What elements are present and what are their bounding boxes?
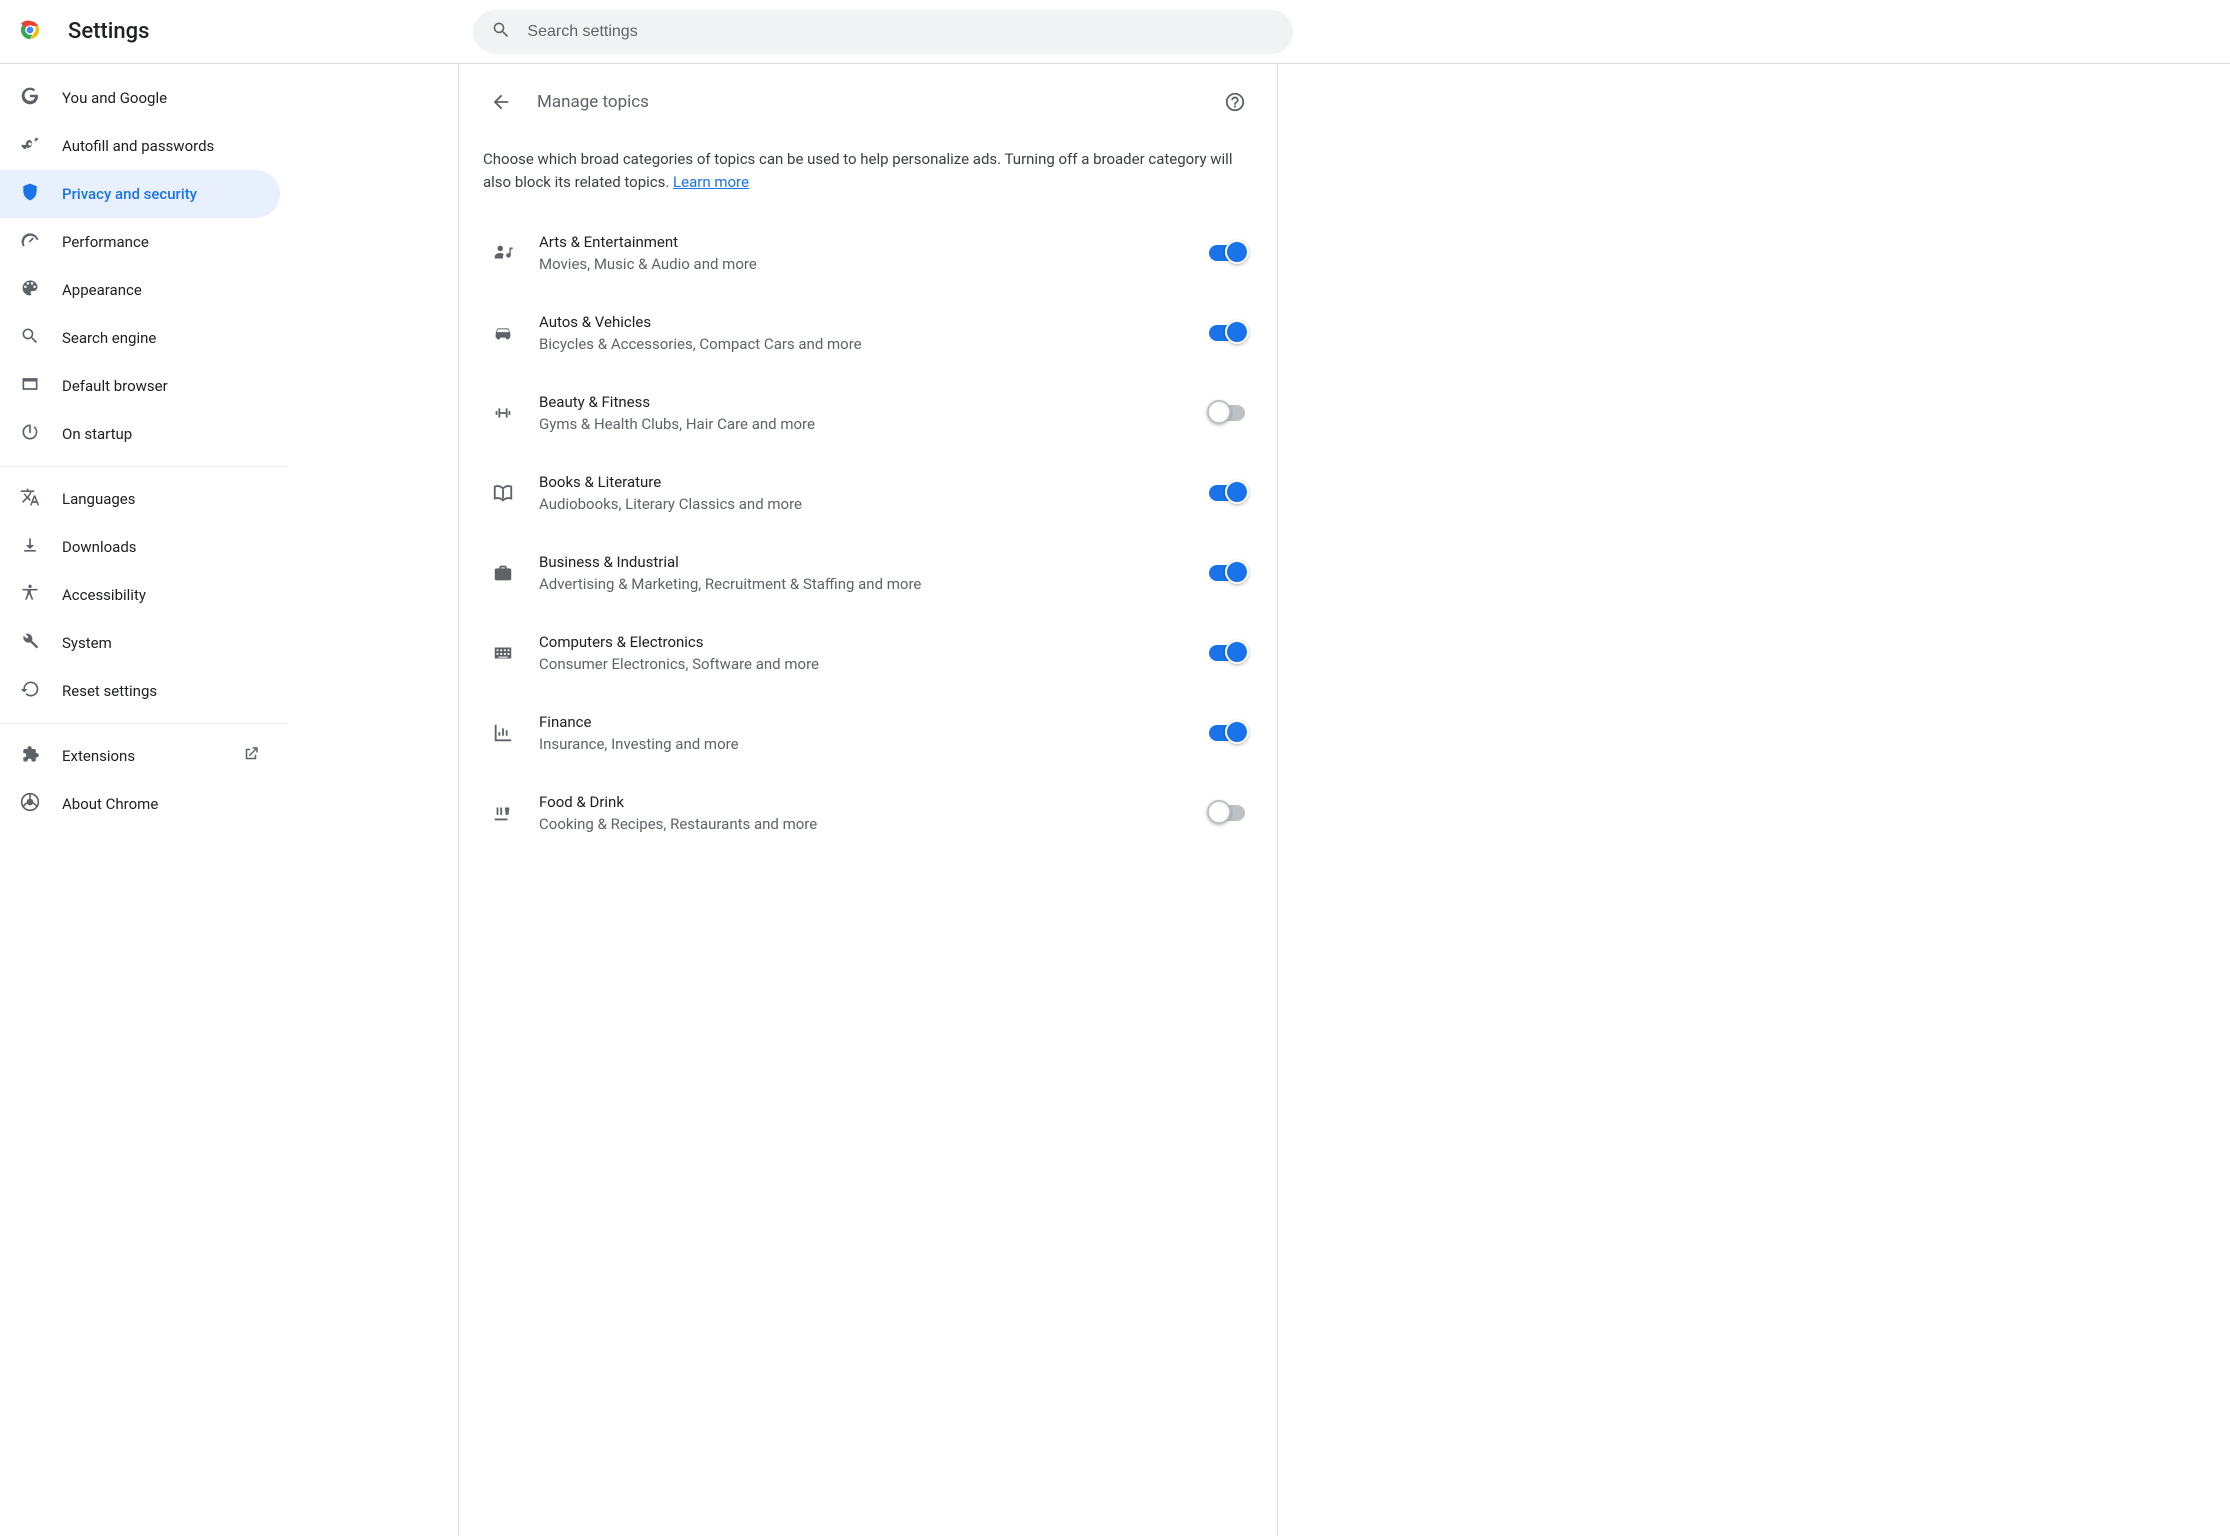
content-panel: Manage topics Choose which broad categor…: [458, 64, 1278, 1536]
learn-more-link[interactable]: Learn more: [673, 173, 749, 191]
extension-icon: [20, 744, 40, 768]
palette-icon: [20, 278, 40, 302]
topic-subtitle: Cooking & Recipes, Restaurants and more: [539, 815, 1185, 833]
topic-title: Computers & Electronics: [539, 633, 1185, 651]
topic-toggle[interactable]: [1209, 805, 1245, 821]
sidebar-item-about[interactable]: About Chrome: [0, 780, 280, 828]
help-button[interactable]: [1217, 84, 1253, 120]
sidebar-item-search-engine[interactable]: Search engine: [0, 314, 280, 362]
topic-toggle[interactable]: [1209, 645, 1245, 661]
topic-row: Food & Drink Cooking & Recipes, Restauran…: [483, 773, 1253, 853]
topic-subtitle: Bicycles & Accessories, Compact Cars and…: [539, 335, 1185, 353]
topic-title: Business & Industrial: [539, 553, 1185, 571]
sidebar-item-label: Reset settings: [62, 682, 157, 700]
chrome-logo-icon: [16, 16, 44, 48]
sidebar-item-label: On startup: [62, 425, 132, 443]
topic-subtitle: Consumer Electronics, Software and more: [539, 655, 1185, 673]
wrench-icon: [20, 631, 40, 655]
topic-row: Finance Insurance, Investing and more: [483, 693, 1253, 773]
topic-subtitle: Movies, Music & Audio and more: [539, 255, 1185, 273]
sidebar-item-label: Appearance: [62, 281, 142, 299]
topic-title: Food & Drink: [539, 793, 1185, 811]
sidebar-item-label: Performance: [62, 233, 149, 251]
sidebar-item-label: Autofill and passwords: [62, 137, 214, 155]
keyboard-icon: [491, 642, 515, 664]
topic-toggle[interactable]: [1209, 485, 1245, 501]
sidebar-item-label: Languages: [62, 490, 136, 508]
person-music-icon: [491, 242, 515, 264]
sidebar-item-performance[interactable]: Performance: [0, 218, 280, 266]
back-button[interactable]: [483, 84, 519, 120]
browser-icon: [20, 374, 40, 398]
topic-title: Autos & Vehicles: [539, 313, 1185, 331]
page-title: Manage topics: [537, 92, 1199, 112]
topic-toggle[interactable]: [1209, 725, 1245, 741]
topic-row: Beauty & Fitness Gyms & Health Clubs, Hai…: [483, 373, 1253, 453]
sidebar-item-downloads[interactable]: Downloads: [0, 523, 280, 571]
sidebar-item-label: About Chrome: [62, 795, 158, 813]
topic-title: Finance: [539, 713, 1185, 731]
sidebar-item-extensions[interactable]: Extensions: [0, 732, 280, 780]
topic-toggle[interactable]: [1209, 565, 1245, 581]
key-icon: [20, 134, 40, 158]
top-bar: Settings: [0, 0, 2230, 64]
sidebar-item-label: Default browser: [62, 377, 168, 395]
topic-subtitle: Gyms & Health Clubs, Hair Care and more: [539, 415, 1185, 433]
topic-title: Arts & Entertainment: [539, 233, 1185, 251]
topic-subtitle: Audiobooks, Literary Classics and more: [539, 495, 1185, 513]
topic-row: Books & Literature Audiobooks, Literary C…: [483, 453, 1253, 533]
sidebar-item-autofill[interactable]: Autofill and passwords: [0, 122, 280, 170]
sidebar-item-appearance[interactable]: Appearance: [0, 266, 280, 314]
sidebar-item-startup[interactable]: On startup: [0, 410, 280, 458]
sidebar-item-you-google[interactable]: You and Google: [0, 74, 280, 122]
speed-icon: [20, 230, 40, 254]
topic-title: Books & Literature: [539, 473, 1185, 491]
fitness-icon: [491, 402, 515, 424]
car-icon: [491, 322, 515, 344]
search-input[interactable]: [525, 22, 1275, 42]
book-icon: [491, 482, 515, 504]
intro-text: Choose which broad categories of topics …: [483, 148, 1253, 193]
topic-row: Autos & Vehicles Bicycles & Accessories, …: [483, 293, 1253, 373]
open-in-new-icon: [242, 745, 260, 767]
sidebar-item-label: Privacy and security: [62, 185, 197, 203]
topic-title: Beauty & Fitness: [539, 393, 1185, 411]
translate-icon: [20, 487, 40, 511]
search-icon: [491, 20, 511, 44]
briefcase-icon: [491, 562, 515, 584]
sidebar-item-label: You and Google: [62, 89, 167, 107]
topic-toggle[interactable]: [1209, 325, 1245, 341]
food-icon: [491, 802, 515, 824]
app-title: Settings: [68, 19, 149, 44]
sidebar: You and Google Autofill and passwords Priv…: [0, 64, 288, 1536]
search-icon: [20, 326, 40, 350]
topic-toggle[interactable]: [1209, 405, 1245, 421]
accessibility-icon: [20, 583, 40, 607]
sidebar-item-label: Extensions: [62, 747, 135, 765]
sidebar-item-system[interactable]: System: [0, 619, 280, 667]
chrome-icon: [20, 792, 40, 816]
sidebar-item-privacy[interactable]: Privacy and security: [0, 170, 280, 218]
download-icon: [20, 535, 40, 559]
shield-icon: [20, 182, 40, 206]
topic-toggle[interactable]: [1209, 245, 1245, 261]
sidebar-item-label: System: [62, 634, 112, 652]
sidebar-item-reset[interactable]: Reset settings: [0, 667, 280, 715]
topic-row: Computers & Electronics Consumer Electron…: [483, 613, 1253, 693]
sidebar-item-label: Search engine: [62, 329, 156, 347]
chart-icon: [491, 722, 515, 744]
sidebar-item-label: Downloads: [62, 538, 137, 556]
topic-subtitle: Insurance, Investing and more: [539, 735, 1185, 753]
topic-subtitle: Advertising & Marketing, Recruitment & S…: [539, 575, 1185, 593]
sidebar-item-accessibility[interactable]: Accessibility: [0, 571, 280, 619]
search-box[interactable]: [473, 10, 1293, 54]
sidebar-item-label: Accessibility: [62, 586, 146, 604]
sidebar-item-languages[interactable]: Languages: [0, 475, 280, 523]
power-icon: [20, 422, 40, 446]
topic-row: Arts & Entertainment Movies, Music & Audi…: [483, 213, 1253, 293]
topic-row: Business & Industrial Advertising & Marke…: [483, 533, 1253, 613]
restore-icon: [20, 679, 40, 703]
sidebar-item-default-browser[interactable]: Default browser: [0, 362, 280, 410]
g-logo-icon: [20, 86, 40, 110]
